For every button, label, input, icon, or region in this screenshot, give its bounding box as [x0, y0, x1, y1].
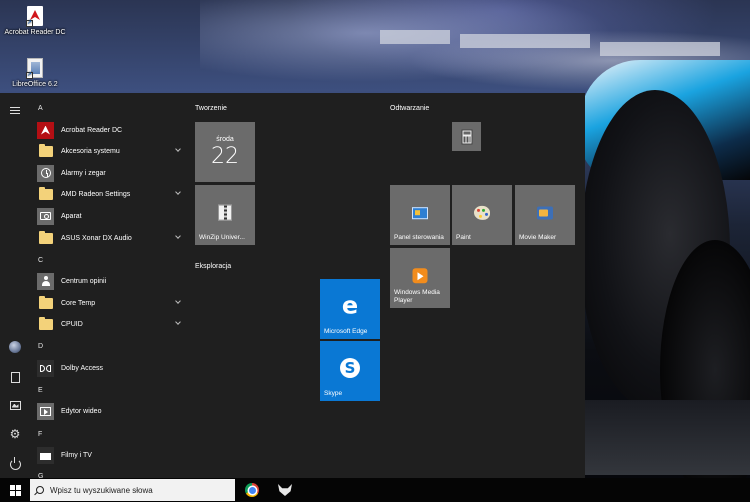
search-icon: [36, 486, 44, 494]
wolf-app-icon: [278, 484, 292, 496]
pdf-shortcut-icon: ↗: [26, 6, 44, 27]
app-item-asus-xonar[interactable]: ASUS Xonar DX Audio: [37, 228, 187, 248]
tile-label: Skype: [324, 390, 343, 397]
calculator-icon: [461, 129, 472, 144]
search-input[interactable]: [50, 485, 230, 495]
start-button[interactable]: [0, 478, 30, 502]
stage-truss: [460, 34, 590, 48]
feedback-icon: [37, 272, 54, 290]
desktop-icon-label: Acrobat Reader DC: [4, 29, 66, 36]
taskbar-app-chrome[interactable]: [243, 481, 261, 499]
start-rail: ⚙: [0, 93, 30, 478]
app-item-acrobat-reader[interactable]: Acrobat Reader DC: [37, 120, 187, 140]
stage-truss: [380, 30, 450, 44]
desktop-icon-libreoffice[interactable]: ↗ LibreOffice 6.2: [0, 58, 70, 88]
chrome-icon: [245, 483, 259, 497]
app-item-filmy-i-tv[interactable]: Filmy i TV: [37, 445, 187, 465]
tile-microsoft-edge[interactable]: e Microsoft Edge: [320, 279, 380, 339]
chevron-down-icon: [175, 319, 181, 325]
chevron-down-icon: [175, 298, 181, 304]
app-item-alarmy[interactable]: Alarmy i zegar: [37, 163, 187, 183]
taskbar-search-box[interactable]: [30, 479, 235, 501]
windows-logo-icon: [9, 484, 21, 496]
tile-label: Movie Maker: [519, 234, 557, 241]
section-header-f[interactable]: F: [38, 431, 42, 438]
avatar[interactable]: [8, 340, 22, 354]
acrobat-icon: [37, 121, 54, 139]
settings-icon[interactable]: ⚙: [8, 427, 22, 441]
chevron-down-icon: [175, 146, 181, 152]
movie-maker-icon: [537, 206, 553, 220]
calendar-day: środa: [216, 136, 234, 143]
power-icon[interactable]: [8, 456, 22, 471]
folder-icon: [37, 230, 54, 247]
film-icon: [37, 446, 54, 464]
section-header-a[interactable]: A: [38, 105, 43, 112]
stage-truss: [600, 42, 720, 56]
tile-windows-media-player[interactable]: Windows Media Player: [390, 248, 450, 308]
edge-icon: e: [341, 291, 359, 320]
start-menu: ⚙ A Acrobat Reader DC Akcesoria systemu …: [0, 93, 585, 478]
group-title-odtwarzanie[interactable]: Odtwarzanie: [390, 105, 429, 112]
section-header-c[interactable]: C: [38, 257, 43, 264]
app-item-aparat[interactable]: Aparat: [37, 206, 187, 226]
app-item-dolby-access[interactable]: Dolby Access: [37, 358, 187, 378]
app-item-amd-radeon[interactable]: AMD Radeon Settings: [37, 184, 187, 204]
app-item-centrum-opinii[interactable]: Centrum opinii: [37, 271, 187, 291]
winzip-icon: [218, 204, 232, 221]
taskbar-app-wolf[interactable]: [276, 481, 294, 499]
taskbar: [0, 478, 750, 502]
group-title-eksploracja[interactable]: Eksploracja: [195, 263, 231, 270]
calendar-date: 22: [211, 144, 239, 169]
floor: [585, 400, 750, 475]
desktop-icon-label: LibreOffice 6.2: [12, 81, 58, 88]
tile-label: WinZip Univer...: [199, 234, 245, 241]
folder-icon: [37, 295, 54, 312]
app-item-akcesoria[interactable]: Akcesoria systemu: [37, 141, 187, 161]
app-item-core-temp[interactable]: Core Temp: [37, 293, 187, 313]
folder-icon: [37, 316, 54, 333]
tile-calendar[interactable]: środa 22: [195, 122, 255, 182]
tile-label: Microsoft Edge: [324, 328, 368, 335]
section-header-e[interactable]: E: [38, 387, 43, 394]
video-editor-icon: [37, 402, 54, 420]
tile-skype[interactable]: S Skype: [320, 341, 380, 401]
app-item-cpuid[interactable]: CPUID: [37, 314, 187, 334]
tile-label: Paint: [456, 234, 471, 241]
tile-paint[interactable]: Paint: [452, 185, 512, 245]
dolby-icon: [37, 359, 54, 377]
document-shortcut-icon: ↗: [26, 58, 44, 79]
app-item-edytor-wideo[interactable]: Edytor wideo: [37, 401, 187, 421]
tile-winzip[interactable]: WinZip Univer...: [195, 185, 255, 245]
tile-calculator[interactable]: [452, 122, 481, 151]
control-panel-icon: [412, 207, 428, 220]
media-player-icon: [412, 268, 428, 284]
paint-icon: [474, 205, 490, 220]
tile-label: Panel sterowania: [394, 234, 444, 241]
documents-icon[interactable]: [8, 370, 22, 384]
folder-icon: [37, 143, 54, 160]
folder-icon: [37, 186, 54, 203]
pictures-icon[interactable]: [8, 398, 22, 412]
tile-label: Windows Media Player: [394, 289, 440, 304]
desktop-icon-acrobat[interactable]: ↗ Acrobat Reader DC: [0, 6, 70, 36]
chevron-down-icon: [175, 233, 181, 239]
group-title-tworzenie[interactable]: Tworzenie: [195, 105, 227, 112]
chevron-down-icon: [175, 189, 181, 195]
hamburger-icon[interactable]: [8, 103, 22, 117]
skype-icon: S: [340, 358, 360, 378]
tile-control-panel[interactable]: Panel sterowania: [390, 185, 450, 245]
camera-icon: [37, 207, 54, 225]
app-list: A Acrobat Reader DC Akcesoria systemu Al…: [30, 93, 190, 478]
clock-icon: [37, 164, 54, 182]
section-header-d[interactable]: D: [38, 343, 43, 350]
tile-movie-maker[interactable]: Movie Maker: [515, 185, 575, 245]
